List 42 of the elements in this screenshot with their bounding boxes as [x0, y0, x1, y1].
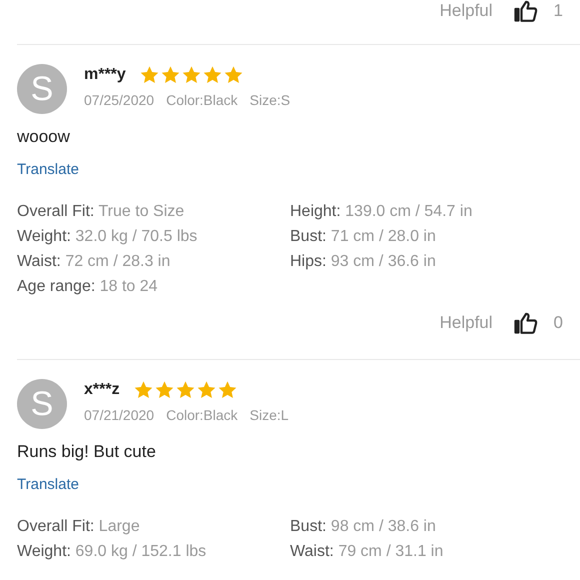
spec-label: Height:	[290, 203, 341, 220]
spec-label: Overall Fit:	[17, 518, 94, 535]
color-option: Color:Black	[166, 407, 238, 423]
reviewer-name: x***z	[84, 381, 120, 399]
spec-value: 98 cm / 38.6 in	[330, 518, 436, 535]
translate-link[interactable]: Translate	[17, 474, 79, 496]
thumbs-up-icon[interactable]	[514, 312, 538, 334]
helpful-label: Helpful	[440, 1, 493, 21]
reviewer-name: m***y	[84, 66, 126, 84]
review-date: 07/21/2020	[84, 407, 154, 423]
color-option: Color:Black	[166, 92, 238, 108]
spec-value: 69.0 kg / 152.1 lbs	[75, 543, 206, 560]
spec-value: 93 cm / 36.6 in	[330, 253, 436, 270]
spec-value: 72 cm / 28.3 in	[65, 253, 170, 270]
size-option: Size:L	[250, 407, 289, 423]
spec-value: 79 cm / 31.1 in	[338, 543, 444, 560]
spec-value: 71 cm / 28.0 in	[330, 228, 436, 245]
spec-label: Bust:	[290, 518, 326, 535]
spec-value: Large	[98, 518, 140, 535]
spec-label: Waist:	[290, 543, 334, 560]
helpful-count: 0	[554, 313, 563, 333]
spec-value: 32.0 kg / 70.5 lbs	[75, 228, 198, 245]
spec-value: 139.0 cm / 54.7 in	[345, 203, 472, 220]
spec-value: 18 to 24	[100, 278, 158, 295]
translate-link[interactable]: Translate	[17, 159, 79, 181]
spec-label: Bust:	[290, 228, 326, 245]
review-text: Runs big! But cute	[17, 441, 157, 463]
helpful-count: 1	[554, 1, 563, 21]
spec-value: True to Size	[98, 203, 184, 220]
spec-label: Age range:	[17, 278, 96, 295]
spec-label: Hips:	[290, 253, 326, 270]
helpful-label: Helpful	[440, 313, 493, 333]
review-date: 07/25/2020	[84, 92, 154, 108]
size-option: Size:S	[250, 92, 290, 108]
spec-label: Weight:	[17, 543, 71, 560]
spec-label: Waist:	[17, 253, 61, 270]
thumbs-up-icon[interactable]	[514, 0, 538, 22]
review-text: wooow	[17, 126, 71, 148]
avatar: S	[17, 379, 67, 429]
spec-label: Overall Fit:	[17, 203, 94, 220]
avatar: S	[17, 64, 67, 114]
spec-label: Weight:	[17, 228, 71, 245]
